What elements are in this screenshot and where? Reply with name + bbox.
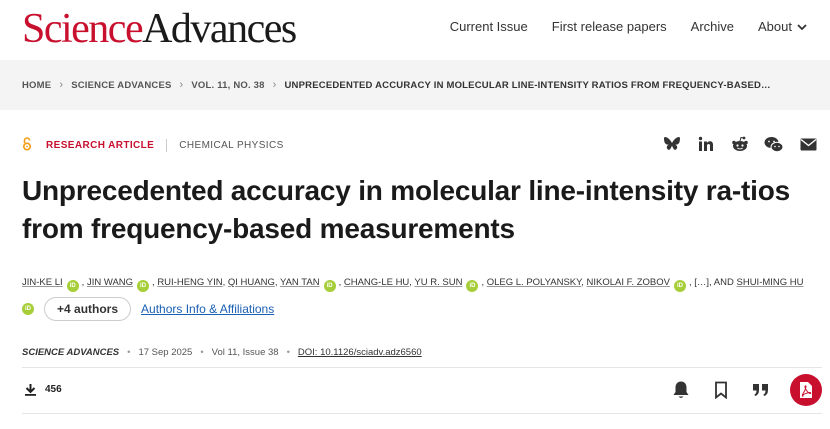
site-header: ScienceAdvances Current Issue First rele… xyxy=(0,0,830,60)
orcid-icon[interactable]: iD xyxy=(323,280,336,292)
logo-advances-text: Advances xyxy=(142,6,297,52)
chevron-right-icon: › xyxy=(59,79,64,91)
author-and: AND xyxy=(713,277,734,288)
download-count[interactable]: 456 xyxy=(24,383,62,396)
logo-science-text: Science xyxy=(22,6,144,52)
breadcrumb-home[interactable]: HOME xyxy=(22,80,51,91)
author-name[interactable]: JIN WANG xyxy=(87,277,133,288)
orcid-icon[interactable]: iD xyxy=(137,280,150,292)
journal-name: SCIENCE ADVANCES xyxy=(22,347,120,358)
doi-link[interactable]: DOI: 10.1126/sciadv.adz6560 xyxy=(298,347,422,358)
author-name[interactable]: OLEG L. POLYANSKY xyxy=(487,277,582,288)
chevron-right-icon: › xyxy=(179,79,184,91)
open-access-icon xyxy=(22,137,34,154)
article-tools xyxy=(670,374,822,406)
linkedin-icon[interactable] xyxy=(696,134,716,154)
article-subject[interactable]: CHEMICAL PHYSICS xyxy=(179,140,283,151)
breadcrumb: HOME › SCIENCE ADVANCES › VOL. 11, NO. 3… xyxy=(22,79,771,91)
orcid-icon[interactable]: iD xyxy=(22,303,34,315)
pdf-icon xyxy=(800,382,812,398)
email-icon[interactable] xyxy=(798,134,818,154)
chevron-down-icon xyxy=(797,23,807,30)
divider xyxy=(166,139,168,152)
article-type-line: RESEARCH ARTICLE CHEMICAL PHYSICS xyxy=(22,137,284,154)
nav-archive[interactable]: Archive xyxy=(691,19,734,34)
author-ellipsis[interactable]: […] xyxy=(694,277,709,288)
separator-dot: • xyxy=(200,347,204,358)
download-count-value: 456 xyxy=(45,384,62,395)
author-name[interactable]: CHANG-LE HU xyxy=(344,277,409,288)
author-name[interactable]: JIN-KE LI xyxy=(22,277,63,288)
reddit-icon[interactable] xyxy=(730,134,750,154)
breadcrumb-bar: HOME › SCIENCE ADVANCES › VOL. 11, NO. 3… xyxy=(0,60,830,110)
nav-about-label: About xyxy=(758,19,792,34)
nav-current-issue[interactable]: Current Issue xyxy=(450,19,528,34)
author-name[interactable]: YU R. SUN xyxy=(414,277,462,288)
author-list: JIN-KE LI iD, JIN WANG iD, RUI-HENG YIN, Q… xyxy=(22,274,822,292)
breadcrumb-current: UNPRECEDENTED ACCURACY IN MOLECULAR LINE… xyxy=(284,79,771,91)
pdf-button[interactable] xyxy=(790,374,822,406)
volume-issue[interactable]: Vol 11, Issue 38 xyxy=(212,347,279,358)
separator-dot: • xyxy=(286,347,290,358)
orcid-icon[interactable]: iD xyxy=(673,280,686,292)
author-name[interactable]: RUI-HENG YIN xyxy=(157,277,222,288)
breadcrumb-volume[interactable]: VOL. 11, NO. 38 xyxy=(191,80,264,91)
separator-dot: • xyxy=(127,347,131,358)
divider xyxy=(22,367,822,368)
download-icon xyxy=(25,384,36,396)
author-row-2: iD +4 authors Authors Info & Affiliation… xyxy=(22,297,274,321)
bookmark-icon[interactable] xyxy=(710,379,732,401)
more-authors-button[interactable]: +4 authors xyxy=(44,297,132,321)
nav-first-release[interactable]: First release papers xyxy=(552,19,667,34)
bluesky-icon[interactable] xyxy=(662,134,682,154)
bell-icon[interactable] xyxy=(670,379,692,401)
science-advances-logo[interactable]: ScienceAdvances xyxy=(22,6,297,52)
publication-date: 17 Sep 2025 xyxy=(138,347,193,358)
orcid-icon[interactable]: iD xyxy=(466,280,479,292)
author-name[interactable]: SHUI-MING HU xyxy=(737,277,804,288)
nav-about[interactable]: About xyxy=(758,19,808,34)
divider xyxy=(22,413,822,414)
share-bar xyxy=(662,134,818,154)
author-name[interactable]: QI HUANG xyxy=(228,277,275,288)
article-type[interactable]: RESEARCH ARTICLE xyxy=(46,140,154,151)
wechat-icon[interactable] xyxy=(764,134,784,154)
article-title: Unprecedented accuracy in molecular line… xyxy=(22,175,790,244)
authors-info-link[interactable]: Authors Info & Affiliations xyxy=(141,302,274,316)
main-nav: Current Issue First release papers Archi… xyxy=(450,19,808,34)
orcid-icon[interactable]: iD xyxy=(66,280,79,292)
quote-icon[interactable] xyxy=(750,379,772,401)
author-name[interactable]: YAN TAN xyxy=(280,277,320,288)
chevron-right-icon: › xyxy=(272,79,277,91)
breadcrumb-science-advances[interactable]: SCIENCE ADVANCES xyxy=(71,80,171,91)
publication-meta: SCIENCE ADVANCES • 17 Sep 2025 • Vol 11,… xyxy=(22,347,422,358)
author-name[interactable]: NIKOLAI F. ZOBOV xyxy=(587,277,670,288)
